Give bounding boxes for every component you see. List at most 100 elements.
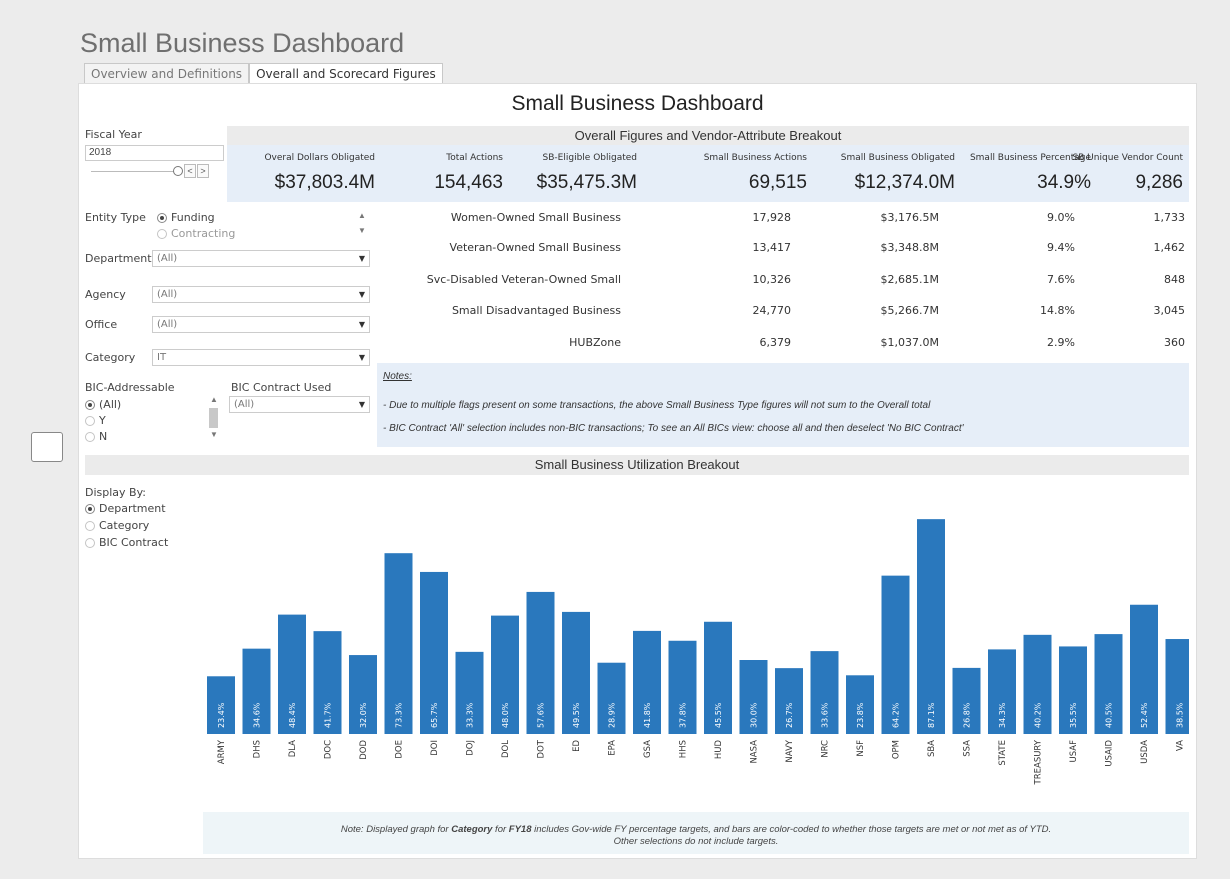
attribute-name: Svc-Disabled Veteran-Owned Small [426,273,621,286]
category-tick-label: HHS [679,740,689,758]
category-tick-label: USAID [1105,740,1115,767]
overall-figures-header: Overall Figures and Vendor-Attribute Bre… [227,126,1189,146]
tab-overall-scorecard[interactable]: Overall and Scorecard Figures [249,63,443,85]
radio-unselected-icon [85,521,95,531]
category-tick-label: ED [572,740,582,752]
dashboard-title: Small Business Dashboard [511,92,764,115]
attribute-name: Small Disadvantaged Business [451,304,621,317]
fiscal-year-slider-track[interactable] [91,171,179,172]
radio-unselected-icon [85,432,95,442]
department-value: (All) [157,253,178,264]
stat-value: $37,803.4M [274,172,375,193]
category-tick-label: NAVY [785,739,795,762]
office-dropdown[interactable]: (All) ▼ [152,316,370,333]
tab-bar: Overview and Definitions Overall and Sco… [84,63,443,85]
attribute-vendors: 1,733 [1153,211,1186,224]
footnote-line-2: Other selections do not include targets. [613,836,779,847]
chevron-down-icon: ▼ [358,320,365,329]
stat-value: $35,475.3M [536,172,637,193]
fiscal-year-field[interactable]: 2018 [85,145,224,161]
entity-type-option-contracting[interactable]: Contracting [157,227,235,240]
category-dropdown[interactable]: IT ▼ [152,349,370,366]
bar-sba[interactable] [917,519,945,734]
scroll-down-icon[interactable]: ▼ [209,430,219,439]
attribute-vendors: 1,462 [1153,241,1186,254]
chevron-down-icon: ▼ [358,400,365,409]
bic-contract-used-value: (All) [234,399,255,410]
category-tick-label: NASA [750,740,760,764]
category-tick-label: NSF [856,740,866,757]
page-title: Small Business Dashboard [80,28,405,58]
attribute-name: Veteran-Owned Small Business [449,241,621,254]
department-dropdown[interactable]: (All) ▼ [152,250,370,267]
stat-value: 69,515 [748,172,807,193]
entity-type-option-label: Contracting [171,227,236,240]
radio-selected-icon [85,400,95,410]
stat-label: SB Unique Vendor Count [1072,153,1183,163]
footnote-line-1: Note: Displayed graph for Category for F… [203,824,1189,836]
scroll-up-icon[interactable]: ▲ [357,211,367,220]
bic-addressable-option-n[interactable]: N [85,430,107,443]
scrollbar-thumb[interactable] [209,408,218,428]
bar-value-label: 73.3% [395,702,404,728]
display-by-option-label: Category [99,519,150,532]
entity-type-label: Entity Type [85,211,146,224]
attribute-obligated: $1,037.0M [880,336,939,349]
category-tick-label: DOL [501,740,511,758]
attribute-actions: 6,379 [759,336,792,349]
display-by-option-category[interactable]: Category [85,519,149,532]
agency-value: (All) [157,289,178,300]
bar-value-label: 34.6% [253,702,262,728]
attribute-percentage: 2.9% [1047,336,1075,349]
category-value: IT [157,352,167,363]
bar-value-label: 41.8% [643,702,652,728]
scroll-down-icon[interactable]: ▼ [357,226,367,235]
bar-value-label: 57.6% [537,702,546,728]
bar-value-label: 48.4% [288,702,297,728]
fiscal-year-next-button[interactable]: > [197,164,209,178]
bic-addressable-option-all[interactable]: (All) [85,398,121,411]
radio-unselected-icon [157,229,167,239]
fiscal-year-label: Fiscal Year [85,128,142,141]
office-value: (All) [157,319,178,330]
category-tick-label: DOI [430,740,440,756]
category-tick-label: DHS [253,740,263,758]
display-by-option-department[interactable]: Department [85,502,166,515]
bar-value-label: 33.6% [821,702,830,728]
bar-value-label: 37.8% [679,702,688,728]
select-checkbox[interactable] [31,432,63,462]
radio-selected-icon [157,213,167,223]
category-tick-label: EPA [608,740,618,756]
bar-value-label: 28.9% [608,702,617,728]
agency-dropdown[interactable]: (All) ▼ [152,286,370,303]
fiscal-year-prev-button[interactable]: < [184,164,196,178]
attribute-actions: 13,417 [752,241,792,254]
bar-value-label: 26.7% [785,702,794,728]
entity-type-option-label: Funding [171,211,215,224]
display-by-option-bic-contract[interactable]: BIC Contract [85,536,168,549]
bar-value-label: 41.7% [324,702,333,728]
bar-value-label: 45.5% [714,702,723,728]
category-tick-label: USAF [1069,740,1079,763]
tab-overview-definitions[interactable]: Overview and Definitions [84,63,250,85]
stat-label: Small Business Actions [703,153,807,163]
bar-value-label: 32.0% [359,702,368,728]
fiscal-year-slider-handle[interactable] [173,166,183,176]
bic-addressable-option-label: Y [99,414,106,427]
category-tick-label: DOD [359,740,369,760]
entity-type-option-funding[interactable]: Funding [157,211,215,224]
bar-value-label: 34.3% [998,702,1007,728]
dashboard-panel: Small Business Dashboard Fiscal Year 201… [78,83,1197,859]
bic-addressable-option-label: (All) [99,398,122,411]
category-label: Category [85,351,136,364]
bic-addressable-option-label: N [99,430,108,443]
bic-contract-used-dropdown[interactable]: (All) ▼ [229,396,370,413]
scroll-up-icon[interactable]: ▲ [209,395,219,404]
category-tick-label: USDA [1140,740,1150,764]
category-tick-label: NRC [821,740,831,758]
category-tick-label: DOC [324,740,334,759]
attribute-percentage: 9.4% [1047,241,1075,254]
category-tick-label: TREASURY [1034,739,1044,785]
bic-addressable-option-y[interactable]: Y [85,414,106,427]
category-tick-label: DOT [537,739,547,758]
